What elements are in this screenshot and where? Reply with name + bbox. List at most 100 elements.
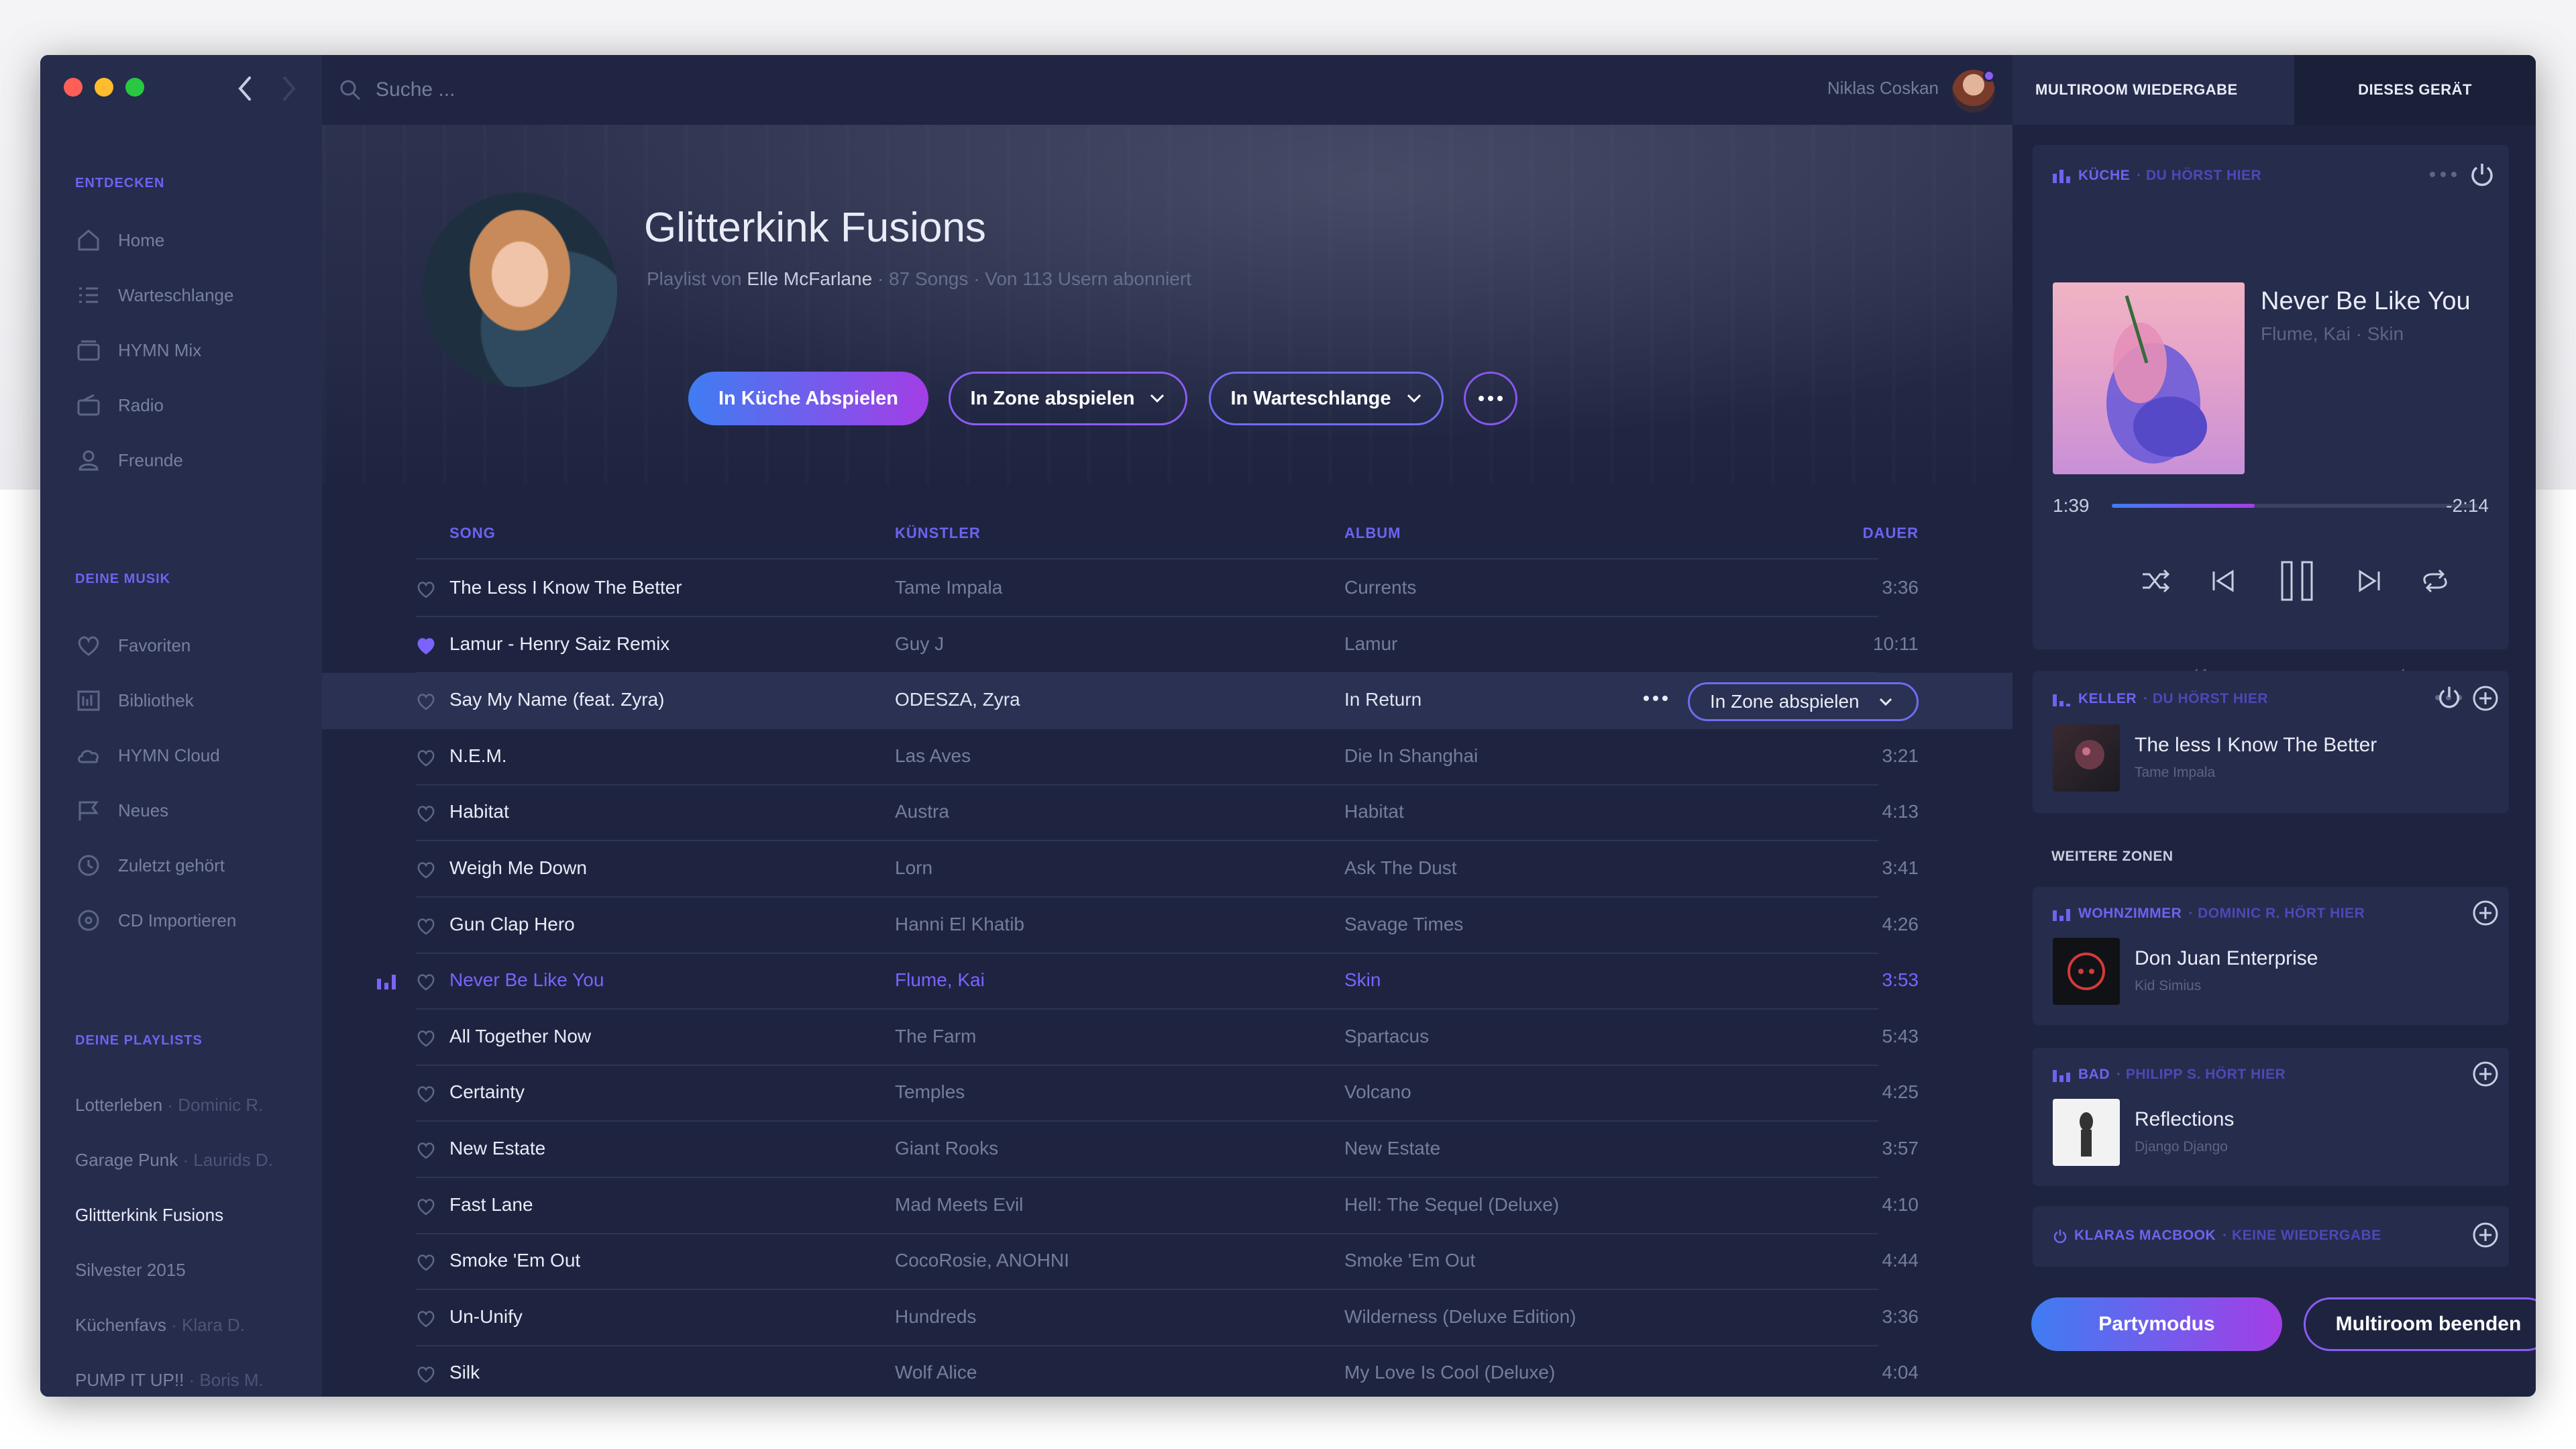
power-icon[interactable] <box>2435 683 2463 711</box>
previous-track-icon[interactable] <box>2208 568 2238 594</box>
column-header-song[interactable]: SONG <box>449 525 496 542</box>
playlist-author-link[interactable]: Elle McFarlane <box>747 268 872 289</box>
repeat-icon[interactable] <box>2419 568 2451 594</box>
add-zone-icon[interactable] <box>2471 1060 2500 1088</box>
track-artist-link[interactable]: Tame Impala <box>895 577 1002 598</box>
progress-bar[interactable] <box>2112 504 2478 508</box>
track-album-link[interactable]: Savage Times <box>1344 914 1463 935</box>
track-artist-link[interactable]: Temples <box>895 1081 965 1103</box>
playlist-item[interactable]: PUMP IT UP!! · Boris M. <box>75 1370 264 1391</box>
tab-this-device[interactable]: DIESES GERÄT <box>2294 55 2536 125</box>
track-artist-link[interactable]: Guy J <box>895 633 944 655</box>
play-in-zone-button[interactable]: In Zone abspielen <box>949 372 1187 425</box>
column-header-duration[interactable]: DAUER <box>1863 525 1919 542</box>
track-artist-link[interactable]: ODESZA, Zyra <box>895 689 1020 710</box>
like-heart-icon[interactable] <box>416 1084 436 1103</box>
track-artist-link[interactable]: Wolf Alice <box>895 1362 977 1383</box>
party-mode-button[interactable]: Partymodus <box>2031 1297 2282 1351</box>
playlist-item-active[interactable]: Glittterkink Fusions <box>75 1205 223 1226</box>
table-row[interactable]: Say My Name (feat. Zyra) ODESZA, Zyra In R… <box>322 673 2012 730</box>
track-album-link[interactable]: Skin <box>1344 969 1381 991</box>
column-header-album[interactable]: ALBUM <box>1344 525 1401 542</box>
like-heart-icon[interactable] <box>416 580 436 598</box>
like-heart-icon[interactable] <box>416 1309 436 1328</box>
table-row[interactable]: Silk Wolf Alice My Love Is Cool (Deluxe) 4:… <box>322 1346 2012 1397</box>
track-album-link[interactable]: My Love Is Cool (Deluxe) <box>1344 1362 1555 1383</box>
like-heart-icon[interactable] <box>416 1140 436 1159</box>
track-artist-link[interactable]: Hundreds <box>895 1306 976 1328</box>
table-row[interactable]: Weigh Me Down Lorn Ask The Dust 3:41 <box>322 841 2012 898</box>
play-in-kitchen-button[interactable]: In Küche Abspielen <box>688 372 928 425</box>
add-zone-icon[interactable] <box>2471 899 2500 927</box>
like-heart-icon[interactable] <box>416 1028 436 1047</box>
forward-arrow-icon[interactable] <box>282 75 298 102</box>
track-album-link[interactable]: Volcano <box>1344 1081 1411 1103</box>
track-album-link[interactable]: In Return <box>1344 689 1421 710</box>
track-album-link[interactable]: Die In Shanghai <box>1344 745 1478 767</box>
like-heart-icon[interactable] <box>416 972 436 991</box>
track-artist-link[interactable]: Mad Meets Evil <box>895 1194 1023 1216</box>
track-artist-link[interactable]: Hanni El Khatib <box>895 914 1024 935</box>
pause-icon[interactable] <box>2278 559 2316 602</box>
track-artist-link[interactable]: CocoRosie, ANOHNI <box>895 1250 1069 1271</box>
table-row[interactable]: Gun Clap Hero Hanni El Khatib Savage Times… <box>322 898 2012 954</box>
track-album-link[interactable]: Habitat <box>1344 801 1404 822</box>
track-album-link[interactable]: Hell: The Sequel (Deluxe) <box>1344 1194 1559 1216</box>
track-album-link[interactable]: Spartacus <box>1344 1026 1429 1047</box>
like-heart-icon[interactable] <box>416 636 436 655</box>
table-row[interactable]: Un-Unify Hundreds Wilderness (Deluxe Editi… <box>322 1290 2012 1346</box>
table-row[interactable]: Never Be Like You Flume, Kai Skin 3:53 <box>322 953 2012 1010</box>
like-heart-icon[interactable] <box>416 860 436 879</box>
add-to-queue-button[interactable]: In Warteschlange <box>1209 372 1444 425</box>
column-header-artist[interactable]: KÜNSTLER <box>895 525 981 542</box>
track-album-link[interactable]: Currents <box>1344 577 1416 598</box>
tab-multiroom[interactable]: MULTIROOM WIEDERGABE <box>2012 55 2294 125</box>
playlist-item[interactable]: Garage Punk · Laurids D. <box>75 1150 273 1171</box>
sidebar-item-cd-import[interactable]: CD Importieren <box>75 907 236 934</box>
like-heart-icon[interactable] <box>416 804 436 822</box>
maximize-window-button[interactable] <box>125 78 144 97</box>
sidebar-item-radio[interactable]: Radio <box>75 392 164 419</box>
add-zone-icon[interactable] <box>2471 1221 2500 1249</box>
track-artist-link[interactable]: The Farm <box>895 1026 976 1047</box>
search-input[interactable] <box>374 74 777 106</box>
playlist-item[interactable]: Silvester 2015 <box>75 1260 186 1281</box>
playlist-item[interactable]: Küchenfavs · Klara D. <box>75 1315 245 1336</box>
row-more-button[interactable] <box>1637 685 1674 712</box>
table-row[interactable]: N.E.M. Las Aves Die In Shanghai 3:21 <box>322 729 2012 786</box>
table-row[interactable]: Lamur - Henry Saiz Remix Guy J Lamur 10:11 <box>322 617 2012 674</box>
more-icon[interactable] <box>2428 170 2461 178</box>
sidebar-item-library[interactable]: Bibliothek <box>75 687 194 714</box>
track-album-link[interactable]: Ask The Dust <box>1344 857 1457 879</box>
playlist-item[interactable]: Lotterleben · Dominic R. <box>75 1095 263 1116</box>
close-window-button[interactable] <box>64 78 83 97</box>
sidebar-item-recent[interactable]: Zuletzt gehört <box>75 852 225 879</box>
table-row[interactable]: Habitat Austra Habitat 4:13 <box>322 785 2012 842</box>
sidebar-item-home[interactable]: Home <box>75 227 164 254</box>
minimize-window-button[interactable] <box>95 78 113 97</box>
user-name[interactable]: Niklas Coskan <box>1827 78 1939 99</box>
power-icon[interactable] <box>2467 160 2497 189</box>
shuffle-icon[interactable] <box>2140 568 2172 594</box>
end-multiroom-button[interactable]: Multiroom beenden <box>2304 1297 2536 1351</box>
like-heart-icon[interactable] <box>416 748 436 767</box>
row-play-in-zone-button[interactable]: In Zone abspielen <box>1688 682 1919 722</box>
like-heart-icon[interactable] <box>416 1252 436 1271</box>
like-heart-icon[interactable] <box>416 1364 436 1383</box>
back-arrow-icon[interactable] <box>236 75 252 102</box>
track-album-link[interactable]: Lamur <box>1344 633 1397 655</box>
track-artist-link[interactable]: Giant Rooks <box>895 1138 998 1159</box>
like-heart-icon[interactable] <box>416 692 436 710</box>
table-row[interactable]: New Estate Giant Rooks New Estate 3:57 <box>322 1122 2012 1178</box>
table-row[interactable]: All Together Now The Farm Spartacus 5:43 <box>322 1010 2012 1066</box>
sidebar-item-friends[interactable]: Freunde <box>75 447 183 474</box>
sidebar-item-new[interactable]: Neues <box>75 797 168 824</box>
table-row[interactable]: Smoke 'Em Out CocoRosie, ANOHNI Smoke 'Em … <box>322 1234 2012 1291</box>
table-row[interactable]: Certainty Temples Volcano 4:25 <box>322 1065 2012 1122</box>
sidebar-item-hymn-mix[interactable]: HYMN Mix <box>75 337 201 364</box>
track-artist-link[interactable]: Austra <box>895 801 949 822</box>
track-album-link[interactable]: Smoke 'Em Out <box>1344 1250 1475 1271</box>
sidebar-item-hymn-cloud[interactable]: HYMN Cloud <box>75 742 220 769</box>
like-heart-icon[interactable] <box>416 1197 436 1216</box>
sidebar-item-favorites[interactable]: Favoriten <box>75 632 191 659</box>
